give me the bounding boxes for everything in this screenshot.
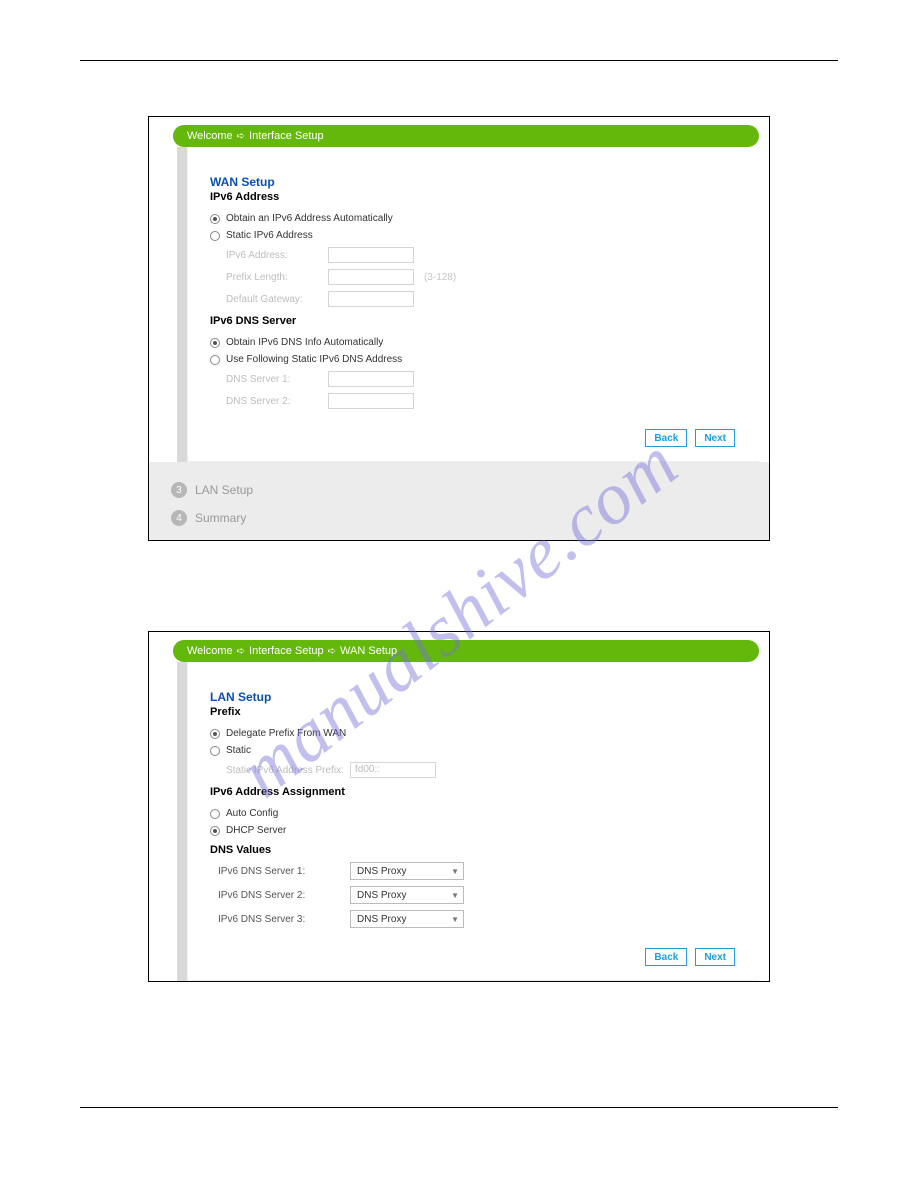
field-hint: (3-128): [424, 272, 456, 283]
chevron-down-icon: ▼: [451, 915, 459, 924]
step-number-icon: 4: [171, 510, 187, 526]
page-top-rule: [80, 60, 838, 61]
radio-icon: [210, 214, 220, 224]
breadcrumb-arrow-icon: ➪: [237, 131, 245, 142]
breadcrumb-arrow-icon: ➪: [328, 646, 336, 657]
back-button[interactable]: Back: [645, 429, 687, 447]
breadcrumb-bar: Welcome ➪ Interface Setup: [173, 125, 759, 147]
breadcrumb-arrow-icon: ➪: [237, 646, 245, 657]
step-number-icon: 3: [171, 482, 187, 498]
config-panel: LAN Setup Prefix Delegate Prefix From WA…: [187, 662, 759, 981]
select-value: DNS Proxy: [357, 866, 406, 877]
breadcrumb-item: Interface Setup: [249, 645, 324, 657]
prefix-length-input[interactable]: [328, 269, 414, 285]
section-heading: DNS Values: [210, 844, 739, 856]
config-panel: WAN Setup IPv6 Address Obtain an IPv6 Ad…: [187, 147, 759, 462]
radio-static-dns[interactable]: Use Following Static IPv6 DNS Address: [210, 354, 739, 365]
section-heading: IPv6 Address: [210, 191, 739, 203]
field-row-prefix-length: Prefix Length: (3-128): [210, 269, 739, 285]
radio-delegate-prefix[interactable]: Delegate Prefix From WAN: [210, 728, 739, 739]
radio-icon: [210, 746, 220, 756]
static-prefix-input[interactable]: fd00::: [350, 762, 436, 778]
radio-label: Use Following Static IPv6 DNS Address: [226, 354, 402, 365]
radio-dhcp-server[interactable]: DHCP Server: [210, 825, 739, 836]
default-gateway-input[interactable]: [328, 291, 414, 307]
field-label: DNS Server 2:: [210, 396, 328, 407]
radio-label: Delegate Prefix From WAN: [226, 728, 346, 739]
step-label: LAN Setup: [195, 483, 253, 497]
radio-static-ipv6[interactable]: Static IPv6 Address: [210, 230, 739, 241]
radio-icon: [210, 809, 220, 819]
dns1-select[interactable]: DNS Proxy ▼: [350, 862, 464, 880]
radio-label: DHCP Server: [226, 825, 286, 836]
radio-icon: [210, 355, 220, 365]
field-label: Prefix Length:: [210, 272, 328, 283]
page-title: WAN Setup: [210, 175, 739, 189]
field-row-dns1: DNS Server 1:: [210, 371, 739, 387]
field-row-dns2: DNS Server 2:: [210, 393, 739, 409]
wizard-step-lan-setup[interactable]: 3 LAN Setup: [171, 476, 769, 504]
step-label: Summary: [195, 511, 246, 525]
field-label: IPv6 DNS Server 1:: [210, 866, 350, 877]
wizard-rail: [177, 662, 187, 981]
field-label: Default Gateway:: [210, 294, 328, 305]
field-label: IPv6 Address:: [210, 250, 328, 261]
field-row-dns1: IPv6 DNS Server 1: DNS Proxy ▼: [210, 862, 739, 880]
field-row-static-prefix: Static IPv6 Address Prefix: fd00::: [210, 762, 739, 778]
radio-label: Static: [226, 745, 251, 756]
dns-server-1-input[interactable]: [328, 371, 414, 387]
next-button[interactable]: Next: [695, 429, 735, 447]
radio-label: Static IPv6 Address: [226, 230, 313, 241]
chevron-down-icon: ▼: [451, 867, 459, 876]
wizard-step-summary[interactable]: 4 Summary: [171, 504, 769, 532]
select-value: DNS Proxy: [357, 914, 406, 925]
radio-label: Obtain an IPv6 Address Automatically: [226, 213, 393, 224]
field-label: IPv6 DNS Server 2:: [210, 890, 350, 901]
radio-label: Auto Config: [226, 808, 278, 819]
breadcrumb-item: Welcome: [187, 130, 233, 142]
radio-icon: [210, 729, 220, 739]
button-row: Back Next: [210, 429, 739, 447]
radio-static-prefix[interactable]: Static: [210, 745, 739, 756]
back-button[interactable]: Back: [645, 948, 687, 966]
section-heading: Prefix: [210, 706, 739, 718]
screenshot-wan-setup: Welcome ➪ Interface Setup WAN Setup IPv6…: [148, 116, 770, 541]
radio-icon: [210, 338, 220, 348]
radio-icon: [210, 231, 220, 241]
breadcrumb-bar: Welcome ➪ Interface Setup ➪ WAN Setup: [173, 640, 759, 662]
screenshot-lan-setup: Welcome ➪ Interface Setup ➪ WAN Setup LA…: [148, 631, 770, 982]
field-label: Static IPv6 Address Prefix:: [210, 765, 350, 776]
field-row-dns3: IPv6 DNS Server 3: DNS Proxy ▼: [210, 910, 739, 928]
ipv6-address-input[interactable]: [328, 247, 414, 263]
breadcrumb-item: Interface Setup: [249, 130, 324, 142]
page-bottom-rule: [80, 1107, 838, 1108]
dns2-select[interactable]: DNS Proxy ▼: [350, 886, 464, 904]
dns-server-2-input[interactable]: [328, 393, 414, 409]
breadcrumb-item: WAN Setup: [340, 645, 397, 657]
chevron-down-icon: ▼: [451, 891, 459, 900]
radio-obtain-ipv6-auto[interactable]: Obtain an IPv6 Address Automatically: [210, 213, 739, 224]
next-button[interactable]: Next: [695, 948, 735, 966]
section-heading: IPv6 DNS Server: [210, 315, 739, 327]
field-row-dns2: IPv6 DNS Server 2: DNS Proxy ▼: [210, 886, 739, 904]
radio-auto-config[interactable]: Auto Config: [210, 808, 739, 819]
breadcrumb-item: Welcome: [187, 645, 233, 657]
section-heading: IPv6 Address Assignment: [210, 786, 739, 798]
field-row-ipv6-address: IPv6 Address:: [210, 247, 739, 263]
dns3-select[interactable]: DNS Proxy ▼: [350, 910, 464, 928]
field-label: IPv6 DNS Server 3:: [210, 914, 350, 925]
field-label: DNS Server 1:: [210, 374, 328, 385]
radio-icon: [210, 826, 220, 836]
radio-label: Obtain IPv6 DNS Info Automatically: [226, 337, 383, 348]
page-title: LAN Setup: [210, 690, 739, 704]
wizard-steps: 3 LAN Setup 4 Summary: [149, 462, 769, 540]
button-row: Back Next: [210, 948, 739, 966]
field-row-default-gateway: Default Gateway:: [210, 291, 739, 307]
select-value: DNS Proxy: [357, 890, 406, 901]
radio-obtain-dns-auto[interactable]: Obtain IPv6 DNS Info Automatically: [210, 337, 739, 348]
